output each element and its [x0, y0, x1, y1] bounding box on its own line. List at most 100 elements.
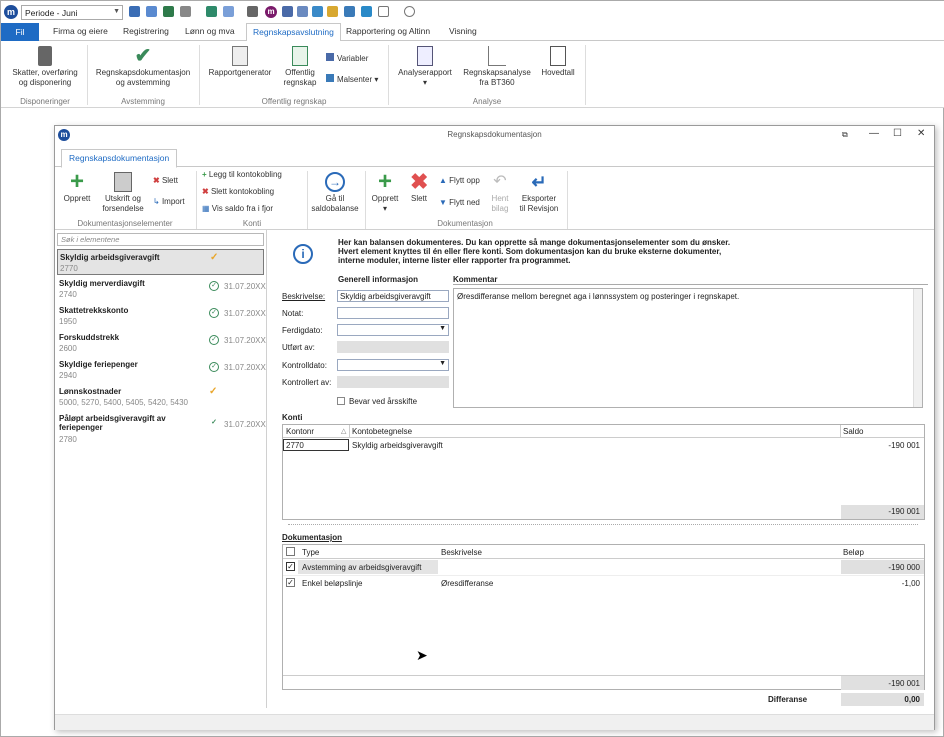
print-icon[interactable] [312, 6, 323, 17]
slett-dok-button[interactable]: ✖ Slett [405, 171, 433, 204]
gaa-til-saldobalanse-button[interactable]: → Gå til saldobalanse [307, 172, 363, 214]
list-item[interactable]: Skyldige feriepenger 2940 ✓ 31.07.20XX [57, 357, 266, 383]
close-button[interactable]: ✕ [917, 128, 925, 139]
regnskapsanalyse-button[interactable]: Regnskapsanalyse fra BT360 [461, 46, 533, 88]
ferdigdato-select[interactable]: ▼ [337, 324, 449, 336]
restore-layout-icon[interactable]: ⧉ [842, 130, 848, 140]
detail-pane: i Her kan balansen dokumenteres. Du kan … [268, 230, 934, 708]
list-item[interactable]: Skyldig arbeidsgiveravgift 2770 ✓ [57, 249, 264, 275]
kommentar-text: Øresdifferanse mellom beregnet aga i løn… [457, 292, 740, 301]
hent-bilag-button[interactable]: ↶ Hent bilag [485, 172, 515, 214]
analyserapport-button[interactable]: Analyserapport ▾ [394, 46, 456, 88]
tab-visning[interactable]: Visning [449, 26, 477, 36]
divider [453, 284, 928, 285]
ribbon: Skatter, overføring og disponering Dispon… [1, 41, 944, 108]
kommentar-textarea[interactable]: Øresdifferanse mellom beregnet aga i løn… [453, 288, 923, 408]
beskrivelse-input[interactable]: Skyldig arbeidsgiveravgift [337, 290, 449, 302]
variabler-button[interactable]: Variabler [326, 53, 368, 63]
malsenter-label: Malsenter [337, 75, 373, 84]
chart-icon[interactable] [206, 6, 217, 17]
tab-fil[interactable]: Fil [1, 23, 39, 41]
col-beskrivelse[interactable]: Beskrivelse [441, 548, 482, 557]
list-item[interactable]: Skyldig merverdiavgift 2740 ✓ 31.07.20XX [57, 276, 266, 302]
utskrift-button[interactable]: Utskrift og forsendelse [99, 172, 147, 214]
calendar-icon[interactable] [129, 6, 140, 17]
module-icon[interactable]: m [265, 6, 277, 18]
eksporter-button[interactable]: ↵ Eksporter til Revisjon [517, 172, 561, 214]
skatter-button[interactable]: Skatter, overføring og disponering [7, 46, 83, 88]
tab-registrering[interactable]: Registrering [123, 26, 169, 36]
list-icon[interactable] [247, 6, 258, 17]
list-item[interactable]: Forskuddstrekk 2600 ✓ 31.07.20XX [57, 330, 266, 356]
list-item[interactable]: Skattetrekkskonto 1950 ✓ 31.07.20XX [57, 303, 266, 329]
hovedtall-button[interactable]: Hovedtall [536, 46, 580, 78]
opprett-dok-button[interactable]: + Opprett ▾ [369, 170, 401, 214]
table-row[interactable]: 2770 Skyldig arbeidsgiveravgift -190 001 [283, 439, 924, 452]
legg-til-kontokobling-button[interactable]: + Legg til kontokobling [202, 170, 282, 179]
warning-icon[interactable] [327, 6, 338, 17]
kontrolldato-select[interactable]: ▼ [337, 359, 449, 371]
row-checkbox[interactable]: ✓ [286, 562, 295, 571]
vis-saldo-button[interactable]: ▦ Vis saldo fra i fjor [202, 204, 273, 213]
flytt-ned-button[interactable]: ▼ Flytt ned [439, 198, 480, 207]
col-belop[interactable]: Beløp [843, 548, 864, 557]
users-icon[interactable] [146, 6, 157, 17]
legg-label: Legg til kontokobling [208, 170, 282, 179]
utskrift-label2: forsendelse [102, 204, 144, 213]
bevar-checkbox[interactable] [337, 397, 345, 405]
table-row[interactable]: ✓ Avstemming av arbeidsgiveravgift -190 … [283, 560, 924, 574]
save-icon[interactable] [344, 6, 355, 17]
col-type[interactable]: Type [302, 548, 319, 557]
group-analyse: Analyse [472, 97, 502, 106]
slett-kontokobling-button[interactable]: ✖ Slett kontokobling [202, 187, 274, 196]
list-item[interactable]: Lønnskostnader 5000, 5270, 5400, 5405, 5… [57, 384, 264, 410]
flytt-opp-button[interactable]: ▲ Flytt opp [439, 176, 480, 185]
rapportgenerator-button[interactable]: Rapportgenerator [204, 46, 276, 78]
scrollbar[interactable] [913, 289, 922, 407]
import-button[interactable]: ↳ Import [153, 197, 185, 206]
kontonr-cell[interactable]: 2770 [283, 439, 349, 451]
col-saldo[interactable]: Saldo [843, 427, 863, 436]
notat-input[interactable] [337, 307, 449, 319]
dokumentasjon-heading: Dokumentasjon [282, 533, 343, 542]
tree-icon[interactable] [163, 6, 174, 17]
tab-regnskapsdokumentasjon[interactable]: Regnskapsdokumentasjon [61, 149, 178, 168]
tab-firma[interactable]: Firma og eiere [53, 26, 108, 36]
col-kontonr[interactable]: Kontonr [286, 427, 314, 436]
doc-icon[interactable] [282, 6, 293, 17]
printer-icon [114, 172, 132, 192]
slett-element-button[interactable]: ✖ Slett [153, 176, 178, 185]
tab-lonn[interactable]: Lønn og mva [185, 26, 235, 36]
list-item[interactable]: Påløpt arbeidsgiveravgift av feriepenger… [57, 411, 266, 447]
col-kontobetegnelse[interactable]: Kontobetegnelse [352, 427, 412, 436]
regnskapsdok-button[interactable]: ✔ Regnskapsdokumentasjon og avstemming [91, 46, 195, 88]
divider [349, 425, 350, 438]
report-icon[interactable] [297, 6, 308, 17]
calculator-icon [38, 46, 52, 66]
opprett-button[interactable]: + Opprett [61, 170, 93, 204]
text-icon[interactable] [180, 6, 191, 17]
variables-icon [326, 53, 334, 61]
maximize-button[interactable]: ☐ [893, 128, 902, 139]
skype-icon[interactable] [361, 6, 372, 17]
item-date: 31.07.20XX [224, 282, 266, 291]
table-row[interactable]: ✓ Enkel beløpslinje Øresdifferanse -1,00 [283, 575, 924, 589]
offentlig-regnskap-button[interactable]: Offentlig regnskap [279, 46, 321, 88]
analysis-report-icon [417, 46, 433, 66]
undo-icon: ↶ [493, 173, 507, 190]
row-checkbox[interactable]: ✓ [286, 578, 295, 587]
new-doc-icon[interactable] [378, 6, 389, 17]
minimize-button[interactable]: — [869, 128, 879, 139]
line-chart-icon [488, 46, 506, 66]
info-icon: i [293, 244, 313, 264]
app-logo-icon: m [4, 5, 18, 19]
tab-regnskapsavslutning[interactable]: Regnskapsavslutning [246, 23, 341, 42]
search-input[interactable]: Søk i elementene [57, 233, 264, 246]
period-select[interactable]: Periode - Juni ▼ [21, 5, 123, 20]
arrow-up-icon: ▲ [439, 176, 447, 185]
item-code: 2600 [59, 344, 77, 353]
edit-icon[interactable] [223, 6, 234, 17]
help-icon[interactable] [404, 6, 415, 17]
malsenter-button[interactable]: Malsenter ▾ [326, 74, 378, 84]
tab-rapportering[interactable]: Rapportering og Altinn [346, 26, 430, 36]
